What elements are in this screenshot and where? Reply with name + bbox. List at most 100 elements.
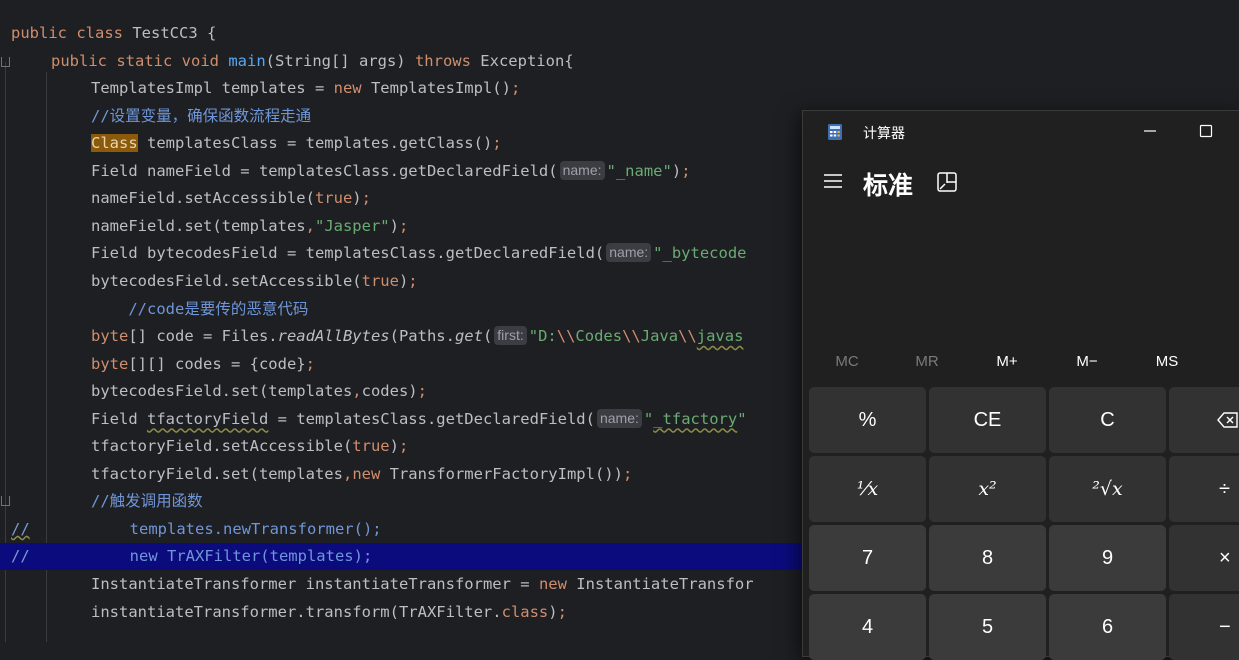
code-token: ) [352,189,362,208]
code-token: //code是要传的恶意代码 [91,299,309,318]
code-token: ( [482,327,493,346]
keep-on-top-icon[interactable] [936,171,958,193]
code-token: Field bytecodesField = templatesClass.ge… [91,244,605,263]
code-token: "_bytecode [653,244,747,263]
code-token: TemplatesImpl() [370,79,511,98]
code-token: \\ [556,327,576,346]
memory-button[interactable]: M− [1057,351,1117,373]
code-token: \\ [622,327,641,346]
code-token: " [737,409,747,428]
key-minus[interactable]: − [1169,594,1239,660]
code-token: instantiateTransformer.transform(TrAXFil… [91,602,502,621]
code-token: new [538,575,577,593]
parameter-hint: name: [596,408,642,428]
code-token: //设置变量，确保函数流程走通 [91,106,312,125]
memory-button[interactable]: MR [897,351,957,373]
code-token: , [352,382,362,401]
code-token: instantiateTransformer [305,575,511,593]
line-comment-marker: // [11,547,30,566]
hamburger-menu-icon[interactable] [823,173,843,189]
code-token: "Jasper" [314,216,390,235]
key-divide[interactable]: ÷ [1169,456,1239,522]
key-label: C [1100,408,1115,431]
code-token: Class [91,134,138,153]
code-token: new [333,79,371,98]
key-seven[interactable]: 7 [809,525,926,591]
code-text: //设置变量，确保函数流程走通 [91,103,311,130]
code-line[interactable]: public class TestCC3 { [0,20,1239,47]
code-token: templates.newTransformer(); [111,519,382,538]
code-token: "D: [528,327,557,346]
code-token: , [342,464,353,483]
parameter-hint: first: [494,326,527,346]
calculator-titlebar[interactable]: 计算器 [803,111,1239,153]
code-text: bytecodesField.set(templates,codes); [91,378,427,405]
backspace-icon[interactable] [1169,387,1239,453]
code-token: ; [492,134,502,153]
code-token: nameField.set(templates [91,216,306,235]
key-label: 6 [1101,615,1114,638]
code-token: InstantiateTransfor [576,575,754,593]
code-token: public [51,51,117,70]
key-label: 8 [981,546,994,569]
code-token: (Paths. [389,327,455,346]
parameter-hint: name: [559,160,605,180]
key-ce[interactable]: CE [929,387,1046,453]
key-four[interactable]: 4 [809,594,926,660]
key-multiply[interactable]: × [1169,525,1239,591]
memory-button[interactable]: M [1217,351,1239,373]
code-token: true [361,271,399,290]
key-clear[interactable]: C [1049,387,1166,453]
code-line[interactable]: TemplatesImpl templates = new TemplatesI… [0,75,1239,102]
code-line[interactable]: public static void main(String[] args) t… [0,48,1239,75]
code-token: ) [389,216,399,235]
key-eight[interactable]: 8 [929,525,1046,591]
key-sqrt[interactable]: ²√x [1049,456,1166,522]
code-token: Java [640,327,679,346]
memory-button[interactable]: MS [1137,351,1197,373]
minimize-icon[interactable] [1139,119,1161,143]
key-label: × [1219,546,1231,569]
code-text: //code是要传的恶意代码 [91,296,308,323]
code-token: templatesClass = templates.getClass() [137,134,493,153]
code-token: Field [91,409,147,428]
key-label: CE [973,408,1002,431]
code-token: = templatesClass.getDeclaredField( [268,409,595,428]
key-label: 4 [861,615,874,638]
code-token: [][] codes = {code} [128,354,306,373]
code-text: Field bytecodesField = templatesClass.ge… [91,240,747,267]
key-label: 5 [981,615,994,638]
key-reciprocal[interactable]: ¹⁄x [809,456,926,522]
code-token: ; [361,189,371,208]
code-token: //触发调用函数 [91,492,203,511]
code-token: codes) [361,382,418,401]
code-token: new [352,464,390,483]
memory-button[interactable]: MC [817,351,877,373]
code-token: class [501,602,549,621]
key-six[interactable]: 6 [1049,594,1166,660]
code-text: nameField.setAccessible(true); [91,185,371,212]
key-square[interactable]: x² [929,456,1046,522]
code-token: "_name" [606,161,672,180]
code-token: " [643,409,654,428]
key-label: 9 [1101,546,1114,569]
code-text: Field nameField = templatesClass.getDecl… [91,158,691,185]
code-token: ; [305,354,315,373]
maximize-icon[interactable] [1195,119,1217,143]
code-token: InstantiateTransformer [91,575,306,593]
key-nine[interactable]: 9 [1049,525,1166,591]
key-label: − [1219,615,1231,638]
code-token: static [116,51,182,70]
code-token: [] code = Files. [128,327,278,346]
key-percent[interactable]: % [809,387,926,453]
key-label: ÷ [1219,477,1230,500]
key-five[interactable]: 5 [929,594,1046,660]
calculator-window[interactable]: 计算器 标准 MC MR M+ M− MS M % CE C ¹⁄x x² ²√x ÷ 7 8 9 × 4 5 6 − [802,110,1239,660]
code-text: bytecodesField.setAccessible(true); [91,268,418,295]
calculator-title: 计算器 [863,125,905,141]
code-token: ; [398,216,409,235]
code-text: Class templatesClass = templates.getClas… [91,130,502,157]
code-text: new TrAXFilter(templates); [111,543,373,570]
code-token: readAllBytes [277,327,390,346]
memory-button[interactable]: M+ [977,351,1037,373]
